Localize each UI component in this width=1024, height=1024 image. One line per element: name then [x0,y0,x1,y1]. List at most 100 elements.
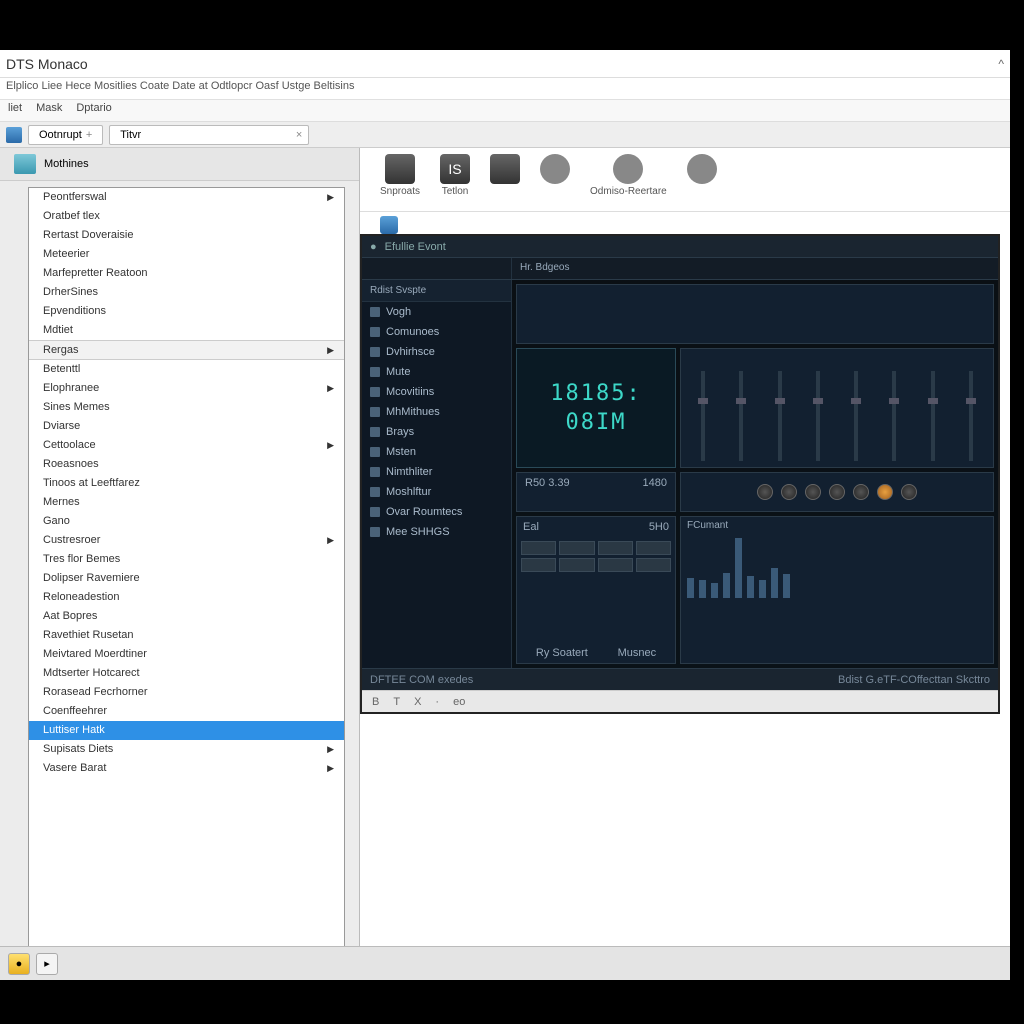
slider-panel[interactable] [680,348,994,468]
tree-item[interactable]: Tres flor Bemes [29,550,344,569]
tree-item[interactable]: Custresroer▶ [29,531,344,550]
small-button[interactable] [559,541,594,555]
footer-button[interactable]: ● [8,953,30,975]
small-button[interactable] [636,541,671,555]
small-button[interactable] [598,541,633,555]
screen-side-item[interactable]: Nimthliter [362,462,511,482]
tree-item[interactable]: Mdtserter Hotcarect [29,664,344,683]
toolbar-button[interactable] [540,154,570,184]
submenu-item[interactable]: Mask [36,102,62,119]
tree-item[interactable]: Epvenditions [29,302,344,321]
small-button[interactable] [559,558,594,572]
toolbar-button[interactable]: Snproats [380,154,420,197]
knob[interactable] [757,484,773,500]
screen-side-item[interactable]: Comunoes [362,322,511,342]
footer-item[interactable]: · [435,696,439,708]
tree-item[interactable]: Mdtiet [29,321,344,340]
slider[interactable] [816,371,820,461]
screen-side-item[interactable]: Vogh [362,302,511,322]
tree-item[interactable]: Vasere Barat▶ [29,759,344,778]
chevron-right-icon: ▶ [327,440,334,451]
plus-icon[interactable]: + [86,129,92,141]
tree-view[interactable]: Peontferswal▶Oratbef tlexRertast Doverai… [28,187,345,948]
tree-item[interactable]: Meteerier [29,245,344,264]
tree-item[interactable]: Luttiser Hatk [29,721,344,740]
tree-item[interactable]: Betenttl [29,360,344,379]
screen-side-item[interactable]: Msten [362,442,511,462]
tree-item[interactable]: Rertast Doveraisie [29,226,344,245]
screen-side-item[interactable]: Ovar Roumtecs [362,502,511,522]
mini-app-icon[interactable] [380,216,398,234]
screen-side-item[interactable]: Brays [362,422,511,442]
screen-side-item[interactable]: MhMithues [362,402,511,422]
close-icon[interactable]: × [296,129,302,141]
screen-side-item[interactable]: Mcovitiins [362,382,511,402]
tree-item[interactable]: Rorasead Fecrhorner [29,683,344,702]
slider[interactable] [854,371,858,461]
knob[interactable] [877,484,893,500]
footer-item[interactable]: eo [453,696,465,708]
mid-label: R50 3.39 [525,477,570,507]
tree-item[interactable]: Cettoolace▶ [29,436,344,455]
submenu-item[interactable]: liet [8,102,22,119]
slider[interactable] [931,371,935,461]
toolbar-button[interactable]: ISTetlon [440,154,470,197]
knob[interactable] [781,484,797,500]
footer-item[interactable]: B [372,696,379,708]
screen-side-item[interactable]: Dvhirhsce [362,342,511,362]
tree-item[interactable]: Marfepretter Reatoon [29,264,344,283]
tree-item[interactable]: Roeasnoes [29,455,344,474]
footer-item[interactable]: X [414,696,421,708]
small-button[interactable] [598,558,633,572]
slider[interactable] [701,371,705,461]
slider[interactable] [778,371,782,461]
screen-side-item[interactable]: Mute [362,362,511,382]
knob[interactable] [805,484,821,500]
small-button[interactable] [521,541,556,555]
screen-footer-2: B T X · eo [362,690,998,712]
screen-side-list[interactable]: Rdist Svspte VoghComunoesDvhirhsceMuteMc… [362,280,512,668]
toolbar-button[interactable] [687,154,717,184]
screen-side-item[interactable]: Moshlftur [362,482,511,502]
knob[interactable] [901,484,917,500]
tree-item[interactable]: Dviarse [29,417,344,436]
tree-item[interactable]: Peontferswal▶ [29,188,344,207]
tree-item[interactable]: Tinoos at Leeftfarez [29,474,344,493]
knob-row[interactable] [680,472,994,512]
small-button[interactable] [521,558,556,572]
screen-tabbar[interactable]: ● Efullie Evont [362,236,998,258]
tree-item[interactable]: Meivtared Moerdtiner [29,645,344,664]
toolbar-button[interactable] [490,154,520,184]
tree-item[interactable]: Mernes [29,493,344,512]
tree-item[interactable]: DrherSines [29,283,344,302]
slider[interactable] [969,371,973,461]
slider[interactable] [892,371,896,461]
tree-item[interactable]: Coenffeehrer [29,702,344,721]
tree-item[interactable]: Dolipser Ravemiere [29,569,344,588]
knob[interactable] [829,484,845,500]
cube-icon [14,154,36,174]
knob[interactable] [853,484,869,500]
menubar[interactable]: Elplico Liee Hece Mositlies Coate Date a… [0,78,1010,100]
tree-item[interactable]: Reloneadestion [29,588,344,607]
lcd-value-1: 18185: [550,381,641,406]
tab-second[interactable]: Titvr × [109,125,309,145]
tree-item[interactable]: Sines Memes [29,398,344,417]
tab-first[interactable]: Ootnrupt + [28,125,103,145]
tree-item[interactable]: Rergas▶ [29,340,344,360]
screen-side-item[interactable]: Mee SHHGS [362,522,511,542]
tree-item[interactable]: Oratbef tlex [29,207,344,226]
footer-item[interactable]: T [393,696,400,708]
slider[interactable] [739,371,743,461]
footer-button[interactable]: ▸ [36,953,58,975]
sidebar-header[interactable]: Mothines [0,148,359,181]
window-caret-icon[interactable]: ^ [998,57,1004,71]
small-button[interactable] [636,558,671,572]
tree-item[interactable]: Aat Bopres [29,607,344,626]
toolbar-button[interactable]: Odmiso-Reertare [590,154,667,197]
tree-item[interactable]: Elophranee▶ [29,379,344,398]
tree-item[interactable]: Gano [29,512,344,531]
tree-item[interactable]: Supisats Diets▶ [29,740,344,759]
submenu-item[interactable]: Dptario [76,102,111,119]
tree-item[interactable]: Ravethiet Rusetan [29,626,344,645]
